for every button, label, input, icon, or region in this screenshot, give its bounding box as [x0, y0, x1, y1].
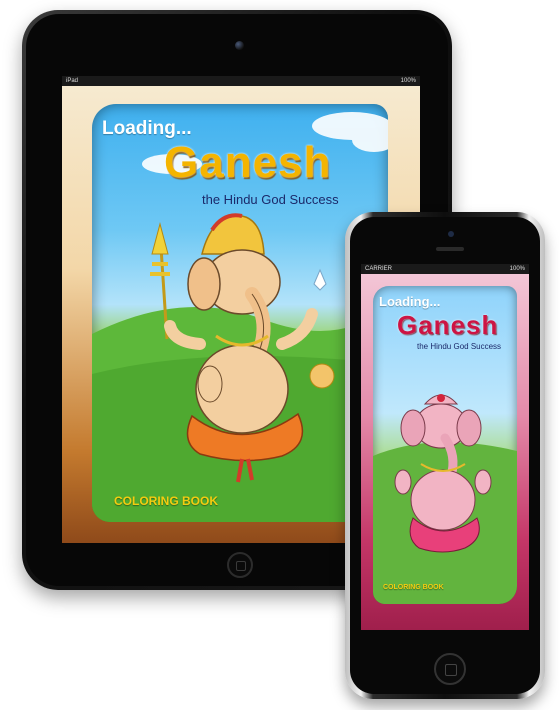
- front-camera-icon: [448, 231, 454, 237]
- iphone-home-button[interactable]: [434, 653, 466, 685]
- status-battery: 100%: [509, 266, 525, 272]
- app-subtitle: the Hindu God Success: [417, 342, 502, 351]
- iphone-app-splash: Loading... Ganesh the Hindu God Success …: [361, 274, 529, 630]
- iphone-screen: CARRIER 100% Loading... Ganesh the Hindu…: [361, 264, 529, 630]
- status-carrier: iPad: [66, 78, 79, 84]
- ipad-status-bar: iPad 100%: [62, 76, 420, 86]
- ipad-home-button[interactable]: [227, 552, 253, 578]
- coloring-book-label: COLORING BOOK: [114, 494, 218, 508]
- iphone-status-bar: CARRIER 100%: [361, 264, 529, 274]
- loading-label: Loading...: [379, 294, 441, 309]
- app-subtitle: the Hindu God Success: [202, 192, 339, 207]
- coloring-book-label: COLORING BOOK: [383, 584, 444, 591]
- loading-label: Loading...: [102, 118, 192, 139]
- iphone-splash-frame: Loading... Ganesh the Hindu God Success …: [373, 286, 517, 604]
- status-battery: 100%: [400, 78, 416, 84]
- front-camera-icon: [235, 41, 244, 50]
- earpiece-speaker: [436, 247, 464, 251]
- app-title: Ganesh: [164, 138, 332, 187]
- iphone-device: CARRIER 100% Loading... Ganesh the Hindu…: [345, 212, 545, 699]
- ipad-splash-frame: Loading... Ganesh the Hindu God Success …: [92, 104, 388, 522]
- status-carrier: CARRIER: [365, 266, 393, 272]
- app-title: Ganesh: [397, 310, 499, 340]
